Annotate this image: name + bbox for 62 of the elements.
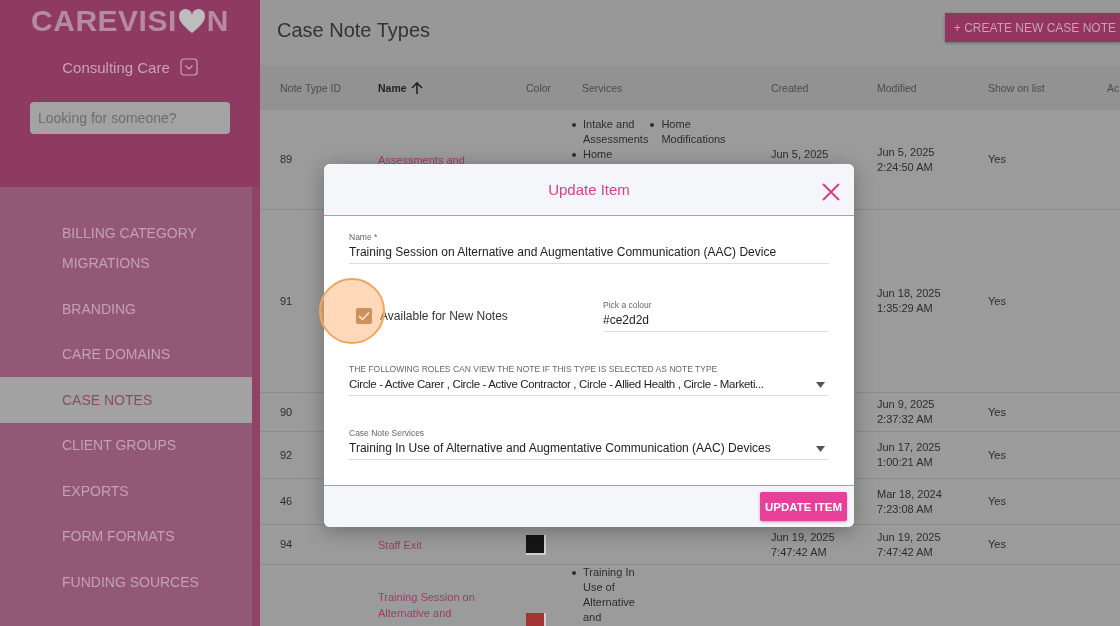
- id-text: 92: [280, 447, 293, 463]
- close-icon[interactable]: [822, 183, 840, 201]
- bullet-icon: [572, 123, 576, 127]
- sidebar-item[interactable]: BRANDING: [0, 286, 252, 332]
- service-text: Training In Use of Alternative and: [583, 565, 635, 625]
- bullet-icon: [572, 571, 576, 575]
- show-text: Yes: [988, 293, 1006, 309]
- show-text: Yes: [988, 494, 1006, 509]
- column-header[interactable]: Modified: [877, 81, 917, 94]
- date-text: Jun 19, 2025 7:47:42 AM: [877, 529, 941, 560]
- caret-icon[interactable]: [816, 381, 825, 388]
- date-text: Mar 18, 2024 7:23:08 AM: [877, 486, 942, 517]
- date-text: Jun 9, 2025 2:37:32 AM: [877, 397, 935, 427]
- date-text: Jun 5, 2025: [771, 147, 829, 162]
- service-text: Home Modifications: [661, 117, 726, 147]
- show-text: Yes: [988, 537, 1006, 552]
- id-text: 46: [280, 494, 293, 509]
- show-text: Yes: [988, 447, 1006, 463]
- column-header[interactable]: Color: [526, 81, 552, 94]
- sidebar-item[interactable]: CARE DOMAINS: [0, 331, 252, 377]
- roles-select[interactable]: THE FOLLOWING ROLES CAN VIEW THE NOTE IF THIS TYPE IS SELECTED AS NOTE TYPE Circle - Active Carer , Circle - Active Contractor , Circle - Allied Health , Circle - Marketi...: [349, 364, 829, 396]
- caret-icon[interactable]: [816, 445, 825, 452]
- date-text: Jun 17, 2025 1:00:21 AM: [877, 440, 941, 470]
- update-button[interactable]: UPDATE ITEM: [759, 492, 847, 521]
- page-title: Case Note Types: [277, 19, 431, 42]
- heart-icon: [177, 8, 206, 34]
- date-text: Jun 18, 2025 1:35:29 AM: [877, 286, 941, 316]
- id-text: 94: [280, 537, 293, 552]
- service-text: Home: [583, 147, 613, 162]
- sidebar-item[interactable]: FUNDING SOURCES: [0, 559, 252, 605]
- services-select[interactable]: Case Note Services Training In Use of Alternative and Augmentative Communication (AAC) Devices: [349, 428, 829, 460]
- name-field[interactable]: Name * Training Session on Alternative and Augmentative Communication (AAC) Device: [349, 232, 829, 264]
- checkbox[interactable]: [356, 308, 372, 324]
- sidebar-item[interactable]: EXPORTS: [0, 468, 252, 514]
- column-header[interactable]: Show on list: [988, 81, 1045, 94]
- sidebar-item[interactable]: CASE NOTES: [0, 377, 252, 423]
- logo-text: N: [206, 4, 229, 38]
- logo-text: CAREVISI: [31, 4, 177, 38]
- bullet-icon: [572, 153, 576, 157]
- sidebar-item[interactable]: CLIENT GROUPS: [0, 422, 252, 468]
- sidebar-item[interactable]: FORM FORMATS: [0, 513, 252, 559]
- create-button[interactable]: + CREATE NEW CASE NOTE: [944, 13, 1120, 42]
- dialog-title: Update Item: [548, 181, 630, 198]
- id-text: 89: [280, 152, 293, 167]
- column-header[interactable]: Name: [378, 81, 407, 94]
- service-text: Intake and Assessments: [583, 117, 649, 147]
- id-text: 91: [280, 293, 293, 309]
- column-header[interactable]: Services: [582, 81, 623, 94]
- show-text: Yes: [988, 404, 1006, 420]
- sidebar-item[interactable]: BILLING CATEGORY MIGRATIONS: [0, 210, 252, 286]
- column-header[interactable]: Ac: [1107, 81, 1120, 94]
- column-header[interactable]: Created: [771, 81, 809, 94]
- chevron-down-icon[interactable]: [179, 58, 198, 76]
- sort-up-arrow-icon[interactable]: [409, 80, 424, 95]
- column-header[interactable]: Note Type ID: [280, 81, 342, 94]
- id-text: 90: [280, 404, 293, 420]
- show-text: Yes: [988, 152, 1006, 167]
- date-text: Jun 19, 2025 7:47:42 AM: [771, 529, 835, 560]
- organization-name: Consulting Care: [62, 58, 170, 76]
- bullet-icon: [650, 123, 655, 127]
- date-text: Jun 5, 2025 2:24:50 AM: [877, 144, 935, 175]
- colour-field[interactable]: Pick a colour #ce2d2d: [603, 300, 829, 332]
